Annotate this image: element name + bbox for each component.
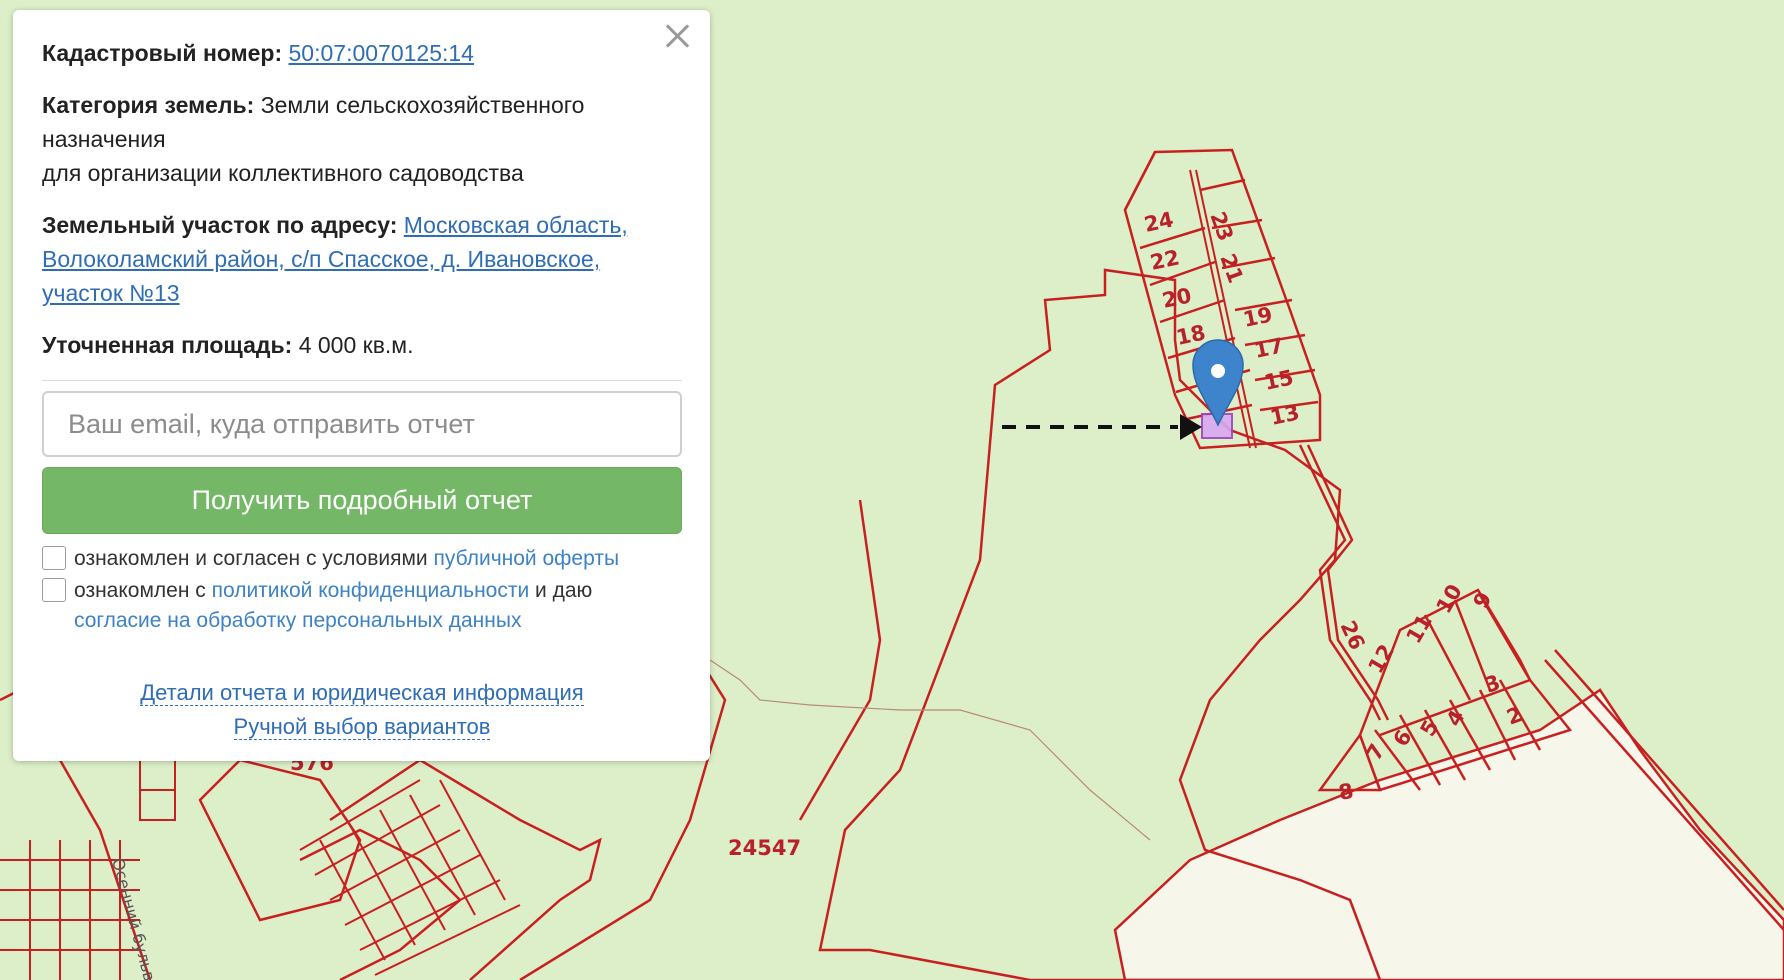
footer-links: Детали отчета и юридическая информация Р…: [42, 676, 682, 744]
public-offer-link[interactable]: публичной оферты: [434, 547, 620, 570]
plot-number-label: 8: [1337, 779, 1356, 805]
plot-number-label: 19: [1241, 302, 1275, 332]
plot-number-label: 20: [1160, 283, 1194, 313]
land-use-value: для организации коллективного садоводств…: [42, 160, 524, 186]
privacy-text-2: и даю: [535, 579, 593, 602]
land-category-row: Категория земель: Земли сельскохозяйстве…: [42, 88, 682, 190]
plot-number-label: 15: [1262, 365, 1296, 395]
plot-number-label: 2: [1504, 702, 1526, 730]
privacy-agreement-text: ознакомлен с политикой конфиденциальност…: [74, 576, 592, 636]
cadastral-number-link[interactable]: 50:07:0070125:14: [289, 40, 474, 66]
close-icon[interactable]: [662, 20, 694, 52]
dashed-arrow-icon: [1002, 414, 1202, 440]
address-row: Земельный участок по адресу: Московская …: [42, 208, 682, 310]
personal-data-consent-link[interactable]: согласие на обработку персональных данны…: [74, 609, 521, 632]
plot-number-label: 9: [1469, 588, 1497, 613]
street-label: Осенний бульвар: [108, 856, 164, 980]
cadastral-number-label: Кадастровый номер:: [42, 40, 283, 66]
divider: [42, 380, 682, 381]
parcel-info-panel: Кадастровый номер: 50:07:0070125:14 Кате…: [13, 10, 710, 761]
offer-checkbox[interactable]: [42, 546, 66, 570]
area-value: 4 000 кв.м.: [298, 332, 414, 358]
plot-number-label: 13: [1268, 400, 1302, 430]
plot-number-label: 3: [1482, 670, 1504, 698]
address-label: Земельный участок по адресу:: [42, 212, 398, 238]
plot-number-label: 17: [1252, 333, 1286, 363]
plot-number-label: 22: [1148, 245, 1182, 275]
manual-selection-link[interactable]: Ручной выбор вариантов: [233, 714, 491, 740]
privacy-text-1: ознакомлен с: [74, 579, 206, 602]
land-category-label: Категория земель:: [42, 92, 255, 118]
email-input[interactable]: [42, 391, 682, 457]
report-details-link[interactable]: Детали отчета и юридическая информация: [140, 680, 584, 706]
area-row: Уточненная площадь: 4 000 кв.м.: [42, 328, 682, 362]
plot-number-label: 24: [1142, 207, 1176, 237]
offer-text: ознакомлен и согласен с условиями: [74, 547, 428, 570]
area-label: Уточненная площадь:: [42, 332, 293, 358]
privacy-policy-link[interactable]: политикой конфиденциальности: [212, 579, 530, 602]
get-report-button[interactable]: Получить подробный отчет: [42, 467, 682, 534]
privacy-checkbox[interactable]: [42, 578, 66, 602]
cadastral-number-row: Кадастровый номер: 50:07:0070125:14: [42, 36, 682, 70]
map-pin-icon[interactable]: [1192, 339, 1244, 427]
privacy-agreement: ознакомлен с политикой конфиденциальност…: [42, 576, 682, 636]
plot-number-label: 26: [1335, 617, 1369, 654]
plot-number-label: 11: [1402, 610, 1437, 647]
offer-agreement-text: ознакомлен и согласен с условиями публич…: [74, 544, 619, 574]
cadastral-block-label: 24547: [728, 836, 801, 860]
offer-agreement: ознакомлен и согласен с условиями публич…: [42, 544, 682, 574]
plot-number-label: 6: [1389, 726, 1417, 751]
